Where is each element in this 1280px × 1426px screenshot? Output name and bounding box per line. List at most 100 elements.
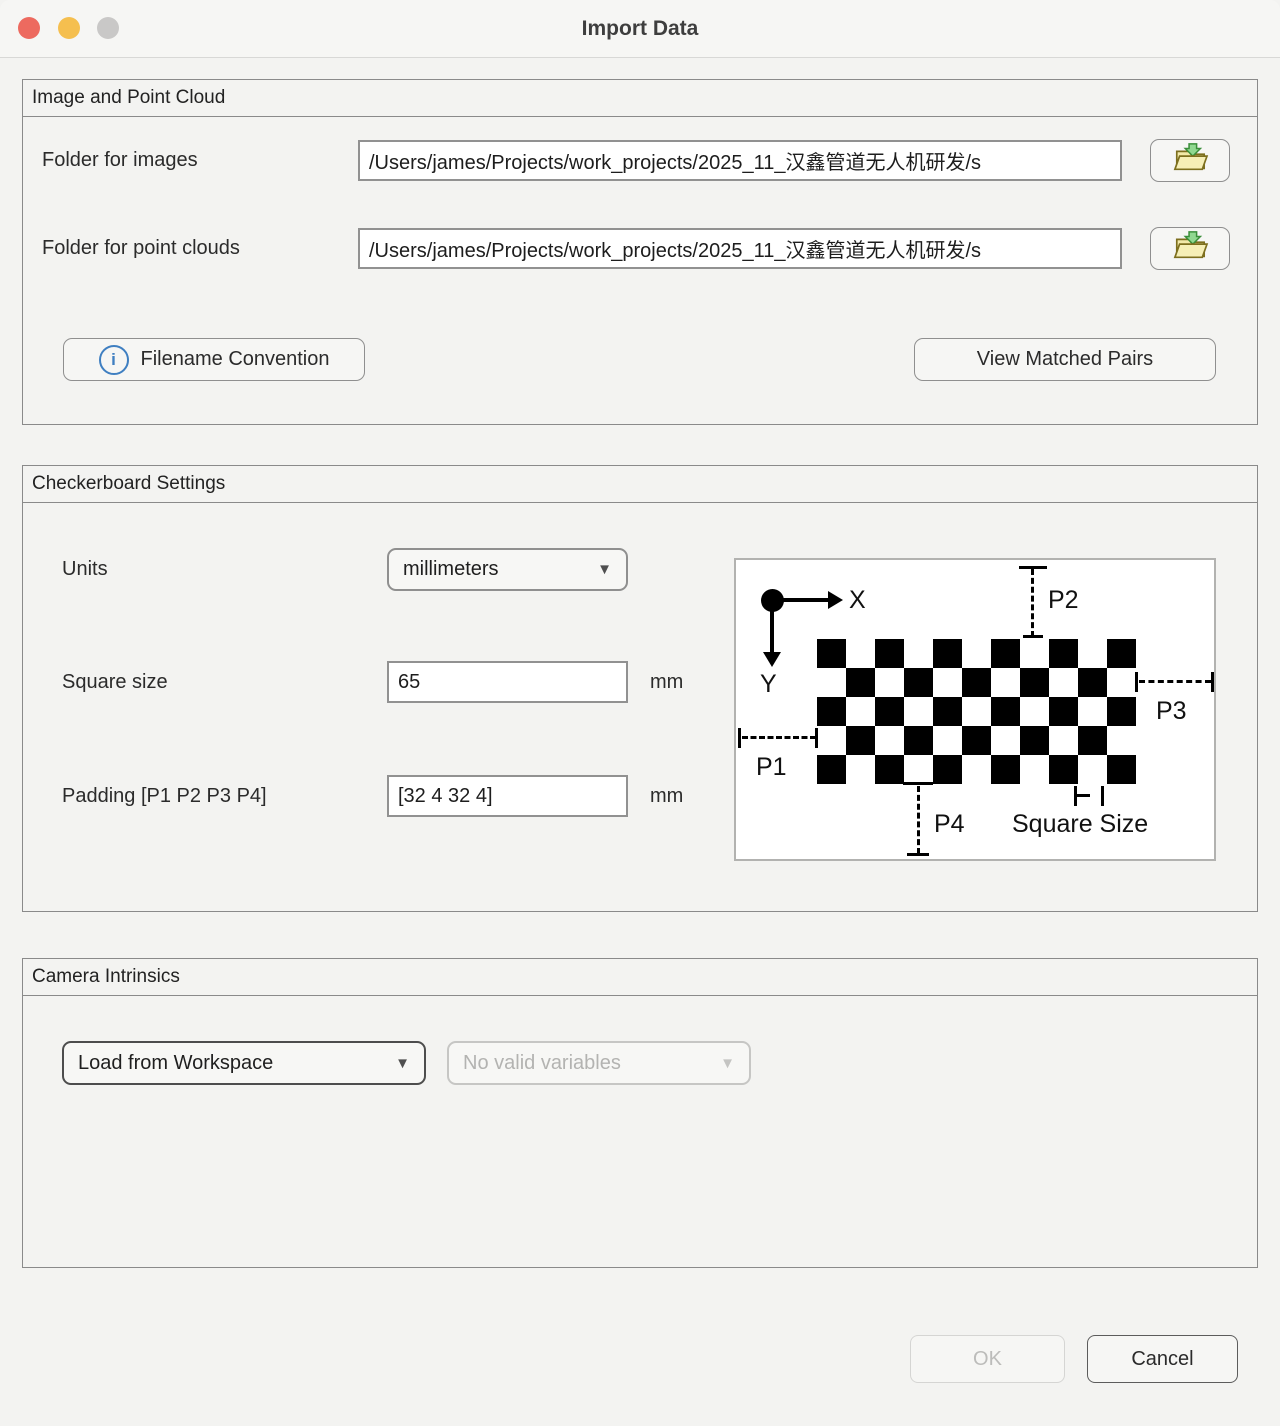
filename-convention-button[interactable]: i Filename Convention [63, 338, 365, 381]
checkerboard-cell [904, 697, 933, 726]
checkerboard-cell [1020, 726, 1049, 755]
checkerboard-cell [962, 639, 991, 668]
x-axis-arrowhead [828, 591, 843, 609]
info-icon: i [99, 345, 129, 375]
import-data-dialog: Import Data Image and Point Cloud Folder… [0, 0, 1280, 1426]
checkerboard-cell [1078, 639, 1107, 668]
p2-label: P2 [1048, 586, 1079, 615]
checkerboard-cell [991, 755, 1020, 784]
checkerboard-cell [1020, 697, 1049, 726]
square-size-input[interactable] [387, 661, 628, 703]
p3-end-tick [1211, 672, 1214, 692]
checkerboard-cell [1107, 668, 1136, 697]
y-axis-label: Y [760, 670, 777, 699]
checkerboard-cell [817, 639, 846, 668]
checkerboard-cell [1107, 639, 1136, 668]
padding-input[interactable] [387, 775, 628, 817]
p2-dashed-line [1031, 569, 1034, 637]
checkerboard-cell [1107, 755, 1136, 784]
checkerboard-cell [991, 668, 1020, 697]
checkerboard-cell [962, 697, 991, 726]
open-folder-icon [1169, 229, 1211, 269]
view-matched-pairs-button[interactable]: View Matched Pairs [914, 338, 1216, 381]
x-axis-label: X [849, 586, 866, 615]
checkerboard-cell [1049, 755, 1078, 784]
browse-point-clouds-folder-button[interactable] [1150, 227, 1230, 270]
checkerboard-cell [1078, 726, 1107, 755]
p1-label: P1 [756, 753, 787, 782]
padding-label: Padding [P1 P2 P3 P4] [62, 775, 267, 817]
y-axis-arrowhead [763, 652, 781, 667]
checkerboard-cell [991, 639, 1020, 668]
checkerboard-cell [933, 668, 962, 697]
title-bar: Import Data [0, 0, 1280, 58]
chevron-down-icon: ▼ [395, 1055, 410, 1072]
checkerboard-cell [875, 639, 904, 668]
square-size-diagram-label: Square Size [1012, 810, 1148, 839]
window-title: Import Data [0, 0, 1280, 57]
checkerboard-cell [1049, 668, 1078, 697]
checkerboard-cell [904, 639, 933, 668]
checkerboard-cell [1049, 726, 1078, 755]
checkerboard-cell [846, 639, 875, 668]
cancel-button[interactable]: Cancel [1087, 1335, 1238, 1383]
cancel-button-label: Cancel [1131, 1348, 1193, 1371]
ok-button: OK [910, 1335, 1065, 1383]
checkerboard-cell [962, 755, 991, 784]
filename-convention-label: Filename Convention [141, 348, 330, 371]
checkerboard-cell [933, 639, 962, 668]
checkerboard-cell [1078, 755, 1107, 784]
checkerboard-cell [1107, 726, 1136, 755]
checkerboard-diagram: X Y P2 P3 P1 P4 Square Size [734, 558, 1216, 861]
checkerboard-cell [846, 755, 875, 784]
checkerboard-cell [1049, 697, 1078, 726]
units-label: Units [62, 548, 108, 591]
checkerboard-cell [904, 726, 933, 755]
checkerboard-cell [846, 697, 875, 726]
checkerboard-cell [1020, 668, 1049, 697]
checkerboard-cell [1020, 755, 1049, 784]
checkerboard-cell [846, 668, 875, 697]
checkerboard-cell [817, 755, 846, 784]
checkerboard-cell [846, 726, 875, 755]
checkerboard-cell [817, 726, 846, 755]
p4-board-tick [903, 782, 933, 785]
padding-unit-label: mm [650, 775, 683, 817]
checkerboard-cell [817, 697, 846, 726]
section-title: Checkerboard Settings [23, 466, 1257, 503]
checkerboard-cell [933, 726, 962, 755]
checkerboard-cell [1078, 697, 1107, 726]
p3-board-tick [1135, 672, 1138, 692]
checkerboard-cell [875, 726, 904, 755]
checkerboard-cell [875, 697, 904, 726]
section-title: Camera Intrinsics [23, 959, 1257, 996]
chevron-down-icon: ▼ [597, 561, 612, 578]
intrinsics-source-value: Load from Workspace [78, 1052, 273, 1075]
y-axis-line [770, 600, 774, 654]
p3-label: P3 [1156, 697, 1187, 726]
intrinsics-variable-dropdown: No valid variables ▼ [447, 1041, 751, 1085]
square-size-label: Square size [62, 661, 168, 703]
folder-for-point-clouds-input[interactable] [358, 228, 1122, 269]
checkerboard-cell [962, 726, 991, 755]
p1-board-tick [815, 728, 818, 748]
checkerboard-cell [875, 755, 904, 784]
square-size-unit-label: mm [650, 661, 683, 703]
open-folder-icon [1169, 141, 1211, 181]
p4-label: P4 [934, 810, 965, 839]
units-dropdown[interactable]: millimeters ▼ [387, 548, 628, 591]
folder-for-images-input[interactable] [358, 140, 1122, 181]
checkerboard-cell [962, 668, 991, 697]
browse-images-folder-button[interactable] [1150, 139, 1230, 182]
square-size-bracket-stub [1077, 794, 1090, 797]
intrinsics-source-dropdown[interactable]: Load from Workspace ▼ [62, 1041, 426, 1085]
x-axis-line [772, 598, 830, 602]
checkerboard-cell [1020, 639, 1049, 668]
checkerboard-cell [904, 755, 933, 784]
checkerboard-cell [991, 697, 1020, 726]
checkerboard-board [817, 639, 1136, 784]
checkerboard-cell [875, 668, 904, 697]
p1-end-tick [738, 728, 741, 748]
p2-board-tick [1023, 635, 1043, 638]
checkerboard-cell [933, 755, 962, 784]
